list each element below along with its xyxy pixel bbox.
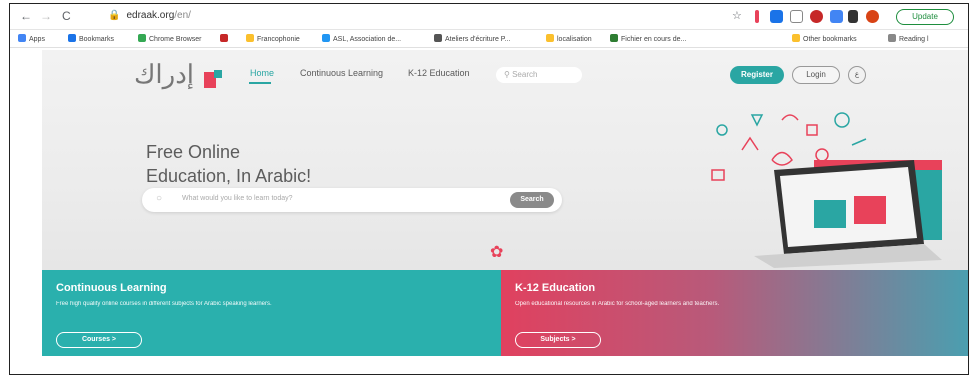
panel-description: Free high quality online courses in diff…: [56, 301, 272, 307]
bookmark-item[interactable]: Apps: [18, 34, 45, 43]
folder-icon: [792, 34, 800, 42]
bookmark-item[interactable]: [220, 34, 231, 43]
site-search-input[interactable]: ⚲ Search: [496, 67, 582, 83]
language-toggle[interactable]: ع: [848, 66, 866, 84]
continuous-learning-panel: Continuous Learning Free high quality on…: [42, 270, 501, 356]
laptop-illustration: [754, 160, 942, 268]
bookmarks-bar: Apps Bookmarks Chrome Browser Francophon…: [10, 30, 968, 48]
site-icon: [322, 34, 330, 42]
bookmark-item[interactable]: Francophonie: [246, 34, 300, 43]
extension-icon[interactable]: [830, 10, 843, 23]
folder-icon: [246, 34, 254, 42]
site-icon: [434, 34, 442, 42]
subjects-button[interactable]: Subjects >: [515, 332, 601, 348]
panel-description: Open educational resources in Arabic for…: [515, 301, 720, 307]
back-icon[interactable]: ←: [20, 9, 32, 23]
panel-title: Continuous Learning: [56, 282, 167, 294]
update-button[interactable]: Update: [896, 9, 954, 25]
hero-headline: Free Online Education, In Arabic!: [146, 142, 312, 186]
logo-mark: [214, 70, 222, 78]
search-icon: ○: [156, 193, 163, 204]
other-bookmarks[interactable]: Other bookmarks: [792, 34, 857, 43]
hero-section: إدراك Home Continuous Learning K-12 Educ…: [42, 50, 968, 270]
forward-icon[interactable]: →: [40, 9, 52, 23]
bookmark-item[interactable]: localisation: [546, 34, 592, 43]
bookmark-icon: [220, 34, 228, 42]
nav-continuous-learning[interactable]: Continuous Learning: [300, 68, 383, 78]
login-button[interactable]: Login: [792, 66, 840, 84]
lock-icon: 🔒: [108, 10, 121, 21]
reload-icon[interactable]: C: [62, 9, 71, 23]
k12-education-panel: K-12 Education Open educational resource…: [501, 270, 968, 356]
browser-toolbar: ← → C 🔒 edraak.org/en/ ☆ Update: [10, 4, 968, 30]
edraak-logo[interactable]: إدراك: [134, 60, 234, 98]
search-icon: ⚲: [504, 70, 513, 79]
folder-icon: [546, 34, 554, 42]
sheet-icon: [610, 34, 618, 42]
address-bar[interactable]: 🔒 edraak.org/en/: [108, 10, 191, 21]
screenshot-frame: ← → C 🔒 edraak.org/en/ ☆ Update Apps Book…: [9, 3, 969, 375]
avatar[interactable]: [866, 10, 879, 23]
bookmark-item[interactable]: Bookmarks: [68, 34, 114, 43]
reading-list-icon: [888, 34, 896, 42]
logo-text: إدراك: [134, 60, 195, 90]
bookmark-item[interactable]: Chrome Browser: [138, 34, 202, 43]
reading-list[interactable]: Reading l: [888, 34, 929, 43]
active-indicator: [249, 82, 271, 84]
star-icon: [68, 34, 76, 42]
chrome-icon: [138, 34, 146, 42]
nav-k12-education[interactable]: K-12 Education: [408, 68, 470, 78]
hero-search-button[interactable]: Search: [510, 192, 554, 208]
extension-icon[interactable]: [810, 10, 823, 23]
extension-icon[interactable]: [770, 10, 783, 23]
url-host: edraak.org: [126, 10, 175, 21]
courses-button[interactable]: Courses >: [56, 332, 142, 348]
nav-home[interactable]: Home: [250, 68, 274, 78]
url-path: /en/: [174, 10, 191, 21]
bookmark-item[interactable]: Ateliers d'écriture P...: [434, 34, 510, 43]
panel-title: K-12 Education: [515, 282, 596, 294]
star-icon[interactable]: ☆: [732, 9, 742, 22]
extension-icon[interactable]: [755, 10, 759, 23]
page-below-fold: [42, 356, 968, 374]
bookmark-item[interactable]: ASL, Association de...: [322, 34, 401, 43]
decorative-flower-icon: ✿: [490, 244, 504, 261]
puzzle-icon[interactable]: [848, 10, 858, 23]
hero-search-input[interactable]: ○ What would you like to learn today?: [142, 188, 562, 212]
extension-icon[interactable]: [790, 10, 803, 23]
bookmark-item[interactable]: Fichier en cours de...: [610, 34, 686, 43]
register-button[interactable]: Register: [730, 66, 784, 84]
apps-icon: [18, 34, 26, 42]
